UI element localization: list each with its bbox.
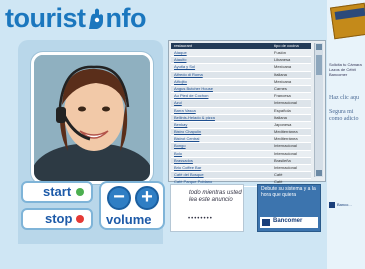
volume-down-button[interactable]: − xyxy=(107,186,131,210)
stop-label: stop xyxy=(45,211,73,226)
ad2-brand-label: Bancomer xyxy=(273,218,303,224)
table-body: Ataque Fusión Ataulfo Libanesa Ayutla y Sol M… xyxy=(171,50,311,187)
column-header-restaurant: restaurant xyxy=(174,43,193,48)
scroll-up-icon[interactable] xyxy=(316,44,322,50)
side-ad-footer: Banco... xyxy=(329,202,363,209)
cuisine-type: Libanesa xyxy=(274,57,291,63)
ad1-text: todo mientras usted lea este anuncio xyxy=(189,190,242,203)
ad2-text: Debute su sistema y a la hora que quiera xyxy=(261,186,316,198)
cuisine-type: Mediterránea xyxy=(274,136,298,142)
table-row[interactable]: Ataque Fusión xyxy=(171,50,311,58)
cuisine-type: Italiana xyxy=(274,71,287,77)
cuisine-type: Café xyxy=(274,172,283,178)
restaurant-link[interactable]: Ataulfo xyxy=(174,57,186,63)
table-row[interactable]: Ataulfo Libanesa xyxy=(171,57,311,65)
header: tourist nfo xyxy=(0,0,315,34)
table-row[interactable]: Alfredo di Roma Italiana xyxy=(171,71,311,79)
restaurant-list: restaurant tipo de cocina Ataque Fusión At… xyxy=(168,40,326,187)
table-row[interactable]: Ayutla y Sol Mexicana xyxy=(171,64,311,72)
table-row[interactable]: Bistro Chapulin Mediterránea xyxy=(171,129,311,137)
volume-control: − + volume xyxy=(99,181,165,230)
start-indicator-icon xyxy=(76,188,84,196)
ad-banner-2[interactable]: Debute su sistema y a la hora que quiera… xyxy=(257,184,321,232)
restaurant-link[interactable]: Bellinis-Helado & pizza xyxy=(174,115,215,121)
volume-up-button[interactable]: + xyxy=(135,186,159,210)
scroll-down-icon[interactable] xyxy=(316,170,322,176)
restaurant-link[interactable]: Café del Bosque xyxy=(174,172,204,178)
credit-card-icon xyxy=(329,2,365,40)
cuisine-type: Española xyxy=(274,107,291,113)
side-ad-text: Solicita tu Cámara Lazos de Cébit Bancom… xyxy=(329,62,362,77)
restaurant-link[interactable]: Brio Coffee Bar xyxy=(174,165,201,171)
ad-banner-1[interactable]: todo mientras usted lea este anuncio •••… xyxy=(170,184,244,232)
restaurant-link[interactable]: Bistrot Central xyxy=(174,136,199,142)
stop-indicator-icon xyxy=(76,215,84,223)
table-row[interactable]: Angus Butcher House Carnes xyxy=(171,85,311,94)
cuisine-type: Mexicana xyxy=(274,78,292,84)
ad1-dots: •••••••• xyxy=(188,216,213,222)
restaurant-link[interactable]: Bolo xyxy=(174,151,182,157)
logo-text-part1: tourist xyxy=(5,3,86,33)
restaurant-link[interactable]: Ayutla y Sol xyxy=(174,64,195,70)
start-label: start xyxy=(43,184,72,199)
table-row[interactable]: Bellinis-Helado & pizza Italiana xyxy=(171,114,311,122)
app-window: tourist nfo start stop − + volume restau… xyxy=(0,0,365,269)
logo-text-part2: nfo xyxy=(105,3,147,33)
table-row[interactable]: Bongo Internacional xyxy=(171,143,311,151)
table-row[interactable]: Bistrot Central Mediterránea xyxy=(171,136,311,144)
cuisine-type: Mediterránea xyxy=(274,129,298,135)
restaurant-link[interactable]: Barra Vasca xyxy=(174,108,196,114)
restaurant-link[interactable]: Au Pied de Cochon xyxy=(174,93,208,99)
table-row[interactable]: Brio Coffee Bar Internacional xyxy=(171,165,311,173)
table-row[interactable]: Barra Vasca Española xyxy=(171,108,311,115)
cuisine-type: Carnes xyxy=(274,85,287,91)
start-button[interactable]: start xyxy=(21,181,93,203)
bank-logo-icon xyxy=(262,219,270,226)
hand-i-icon xyxy=(85,7,107,31)
table-row[interactable]: Bolo Internacional xyxy=(171,151,311,158)
volume-label: volume xyxy=(106,212,152,227)
table-header: restaurant tipo de cocina xyxy=(171,43,311,49)
table-row[interactable]: Benkay Japonesa xyxy=(171,121,311,130)
cuisine-type: Italiana xyxy=(274,114,287,120)
table-row[interactable]: Café del Bosque Café xyxy=(171,172,311,180)
cuisine-type: Brasileña xyxy=(274,157,291,163)
logo[interactable]: tourist nfo xyxy=(5,3,146,33)
cuisine-type: Internacional xyxy=(274,143,297,149)
restaurant-link[interactable]: Angus Butcher House xyxy=(174,86,213,92)
cuisine-type: Mexicana xyxy=(274,64,292,70)
cuisine-type: Internacional xyxy=(274,100,297,106)
restaurant-link[interactable]: Brassados xyxy=(174,158,193,164)
table-row[interactable]: Brassados Brasileña xyxy=(171,157,311,165)
column-header-cuisine: tipo de cocina xyxy=(274,43,299,48)
cuisine-type: Fusión xyxy=(274,50,287,55)
cuisine-type: Internacional xyxy=(274,150,297,156)
cuisine-type: Japonesa xyxy=(274,121,292,127)
table-row[interactable]: Azul Internacional xyxy=(171,100,311,108)
side-ad-footer-label: Banco... xyxy=(337,202,352,207)
operator-photo xyxy=(31,52,153,184)
restaurant-link[interactable]: Ataque xyxy=(174,50,187,56)
side-ad[interactable]: Solicita tu Cámara Lazos de Cébit Bancom… xyxy=(327,0,365,269)
table-row[interactable]: Alfiojito Mexicana xyxy=(171,79,311,86)
table-scrollbar[interactable] xyxy=(314,43,323,177)
restaurant-link[interactable]: Azul xyxy=(174,100,182,106)
footer-strip xyxy=(0,244,327,269)
side-ad-cta[interactable]: Haz clic aqu xyxy=(329,95,359,101)
restaurant-link[interactable]: Alfiojito xyxy=(174,79,187,85)
bank-logo-icon xyxy=(329,202,335,208)
side-ad-subtext: Segura mi como adicio xyxy=(329,109,359,122)
table-row[interactable]: Au Pied de Cochon Francesa xyxy=(171,93,311,101)
cuisine-type: Francesa xyxy=(274,93,291,99)
ad2-brand: Bancomer xyxy=(260,217,318,228)
restaurant-link[interactable]: Benkay xyxy=(174,122,187,128)
scroll-thumb[interactable] xyxy=(316,55,322,75)
stop-button[interactable]: stop xyxy=(21,208,93,230)
cuisine-type: Internacional xyxy=(274,165,297,170)
restaurant-link[interactable]: Alfredo di Roma xyxy=(174,72,203,78)
restaurant-link[interactable]: Bongo xyxy=(174,143,186,149)
restaurant-link[interactable]: Bistro Chapulin xyxy=(174,129,201,135)
